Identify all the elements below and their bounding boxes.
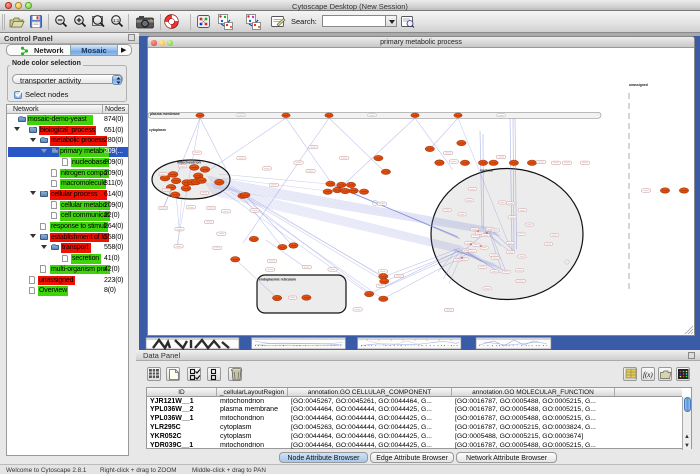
svg-text:mitochondrion: mitochondrion [177, 161, 201, 165]
svg-text:unassigned: unassigned [629, 83, 648, 87]
svg-text:nucleus: nucleus [480, 169, 493, 173]
svg-text:endoplasmic reticulum: endoplasmic reticulum [259, 278, 296, 282]
svg-text:plasma membrane: plasma membrane [150, 112, 180, 116]
svg-text:1:1: 1:1 [113, 18, 120, 23]
svg-text:cytoplasm: cytoplasm [149, 128, 166, 132]
